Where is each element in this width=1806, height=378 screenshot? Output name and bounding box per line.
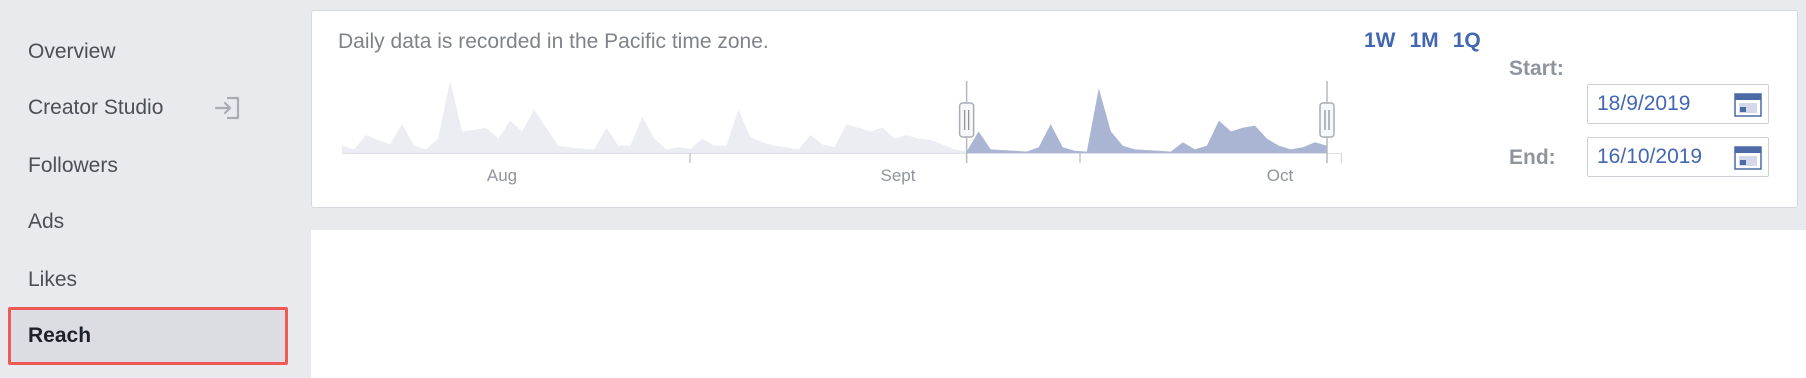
sidebar-item-label: Creator Studio — [28, 96, 164, 119]
range-1m-button[interactable]: 1M — [1410, 29, 1439, 53]
sidebar-item-label: Ads — [28, 210, 65, 233]
sidebar-item-label: Reach — [28, 324, 92, 347]
range-1q-button[interactable]: 1Q — [1453, 29, 1481, 53]
range-1w-button[interactable]: 1W — [1364, 29, 1396, 53]
content-area — [311, 230, 1806, 378]
end-date-field[interactable] — [1587, 137, 1769, 177]
sidebar-item-overview[interactable]: Overview — [8, 25, 288, 79]
sidebar-item-likes[interactable]: Likes — [8, 253, 288, 307]
start-date-input[interactable] — [1595, 91, 1729, 117]
month-label: Oct — [1267, 166, 1294, 185]
end-label: End: — [1509, 146, 1556, 169]
month-label: Aug — [487, 166, 517, 185]
sidebar-item-label: Overview — [28, 40, 116, 63]
sidebar-item-reach[interactable]: Reach — [8, 307, 288, 365]
sidebar-item-ads[interactable]: Ads — [8, 195, 288, 249]
end-date-input[interactable] — [1595, 144, 1729, 170]
timezone-note: Daily data is recorded in the Pacific ti… — [338, 30, 769, 53]
sidebar-item-followers[interactable]: Followers — [8, 139, 288, 193]
sidebar-item-label: Followers — [28, 154, 118, 177]
date-range-card: Daily data is recorded in the Pacific ti… — [311, 10, 1798, 208]
sidebar-item-label: Likes — [28, 268, 78, 291]
calendar-icon[interactable] — [1734, 93, 1762, 117]
unselected-area — [342, 81, 967, 153]
sidebar-item-creator-studio[interactable]: Creator Studio — [8, 81, 288, 135]
month-label: Sept — [881, 166, 916, 185]
timeline-chart-svg: Aug Sept Oct — [342, 81, 1343, 185]
external-link-icon[interactable] — [213, 94, 243, 122]
range-buttons: 1W 1M 1Q — [1364, 29, 1481, 53]
selected-area — [966, 88, 1327, 153]
start-date-field[interactable] — [1587, 84, 1769, 124]
calendar-icon[interactable] — [1734, 146, 1762, 170]
timeline-chart[interactable]: Aug Sept Oct — [342, 81, 1343, 201]
start-label: Start: — [1509, 57, 1564, 80]
sidebar: Overview Creator Studio Followers Ads Li… — [0, 0, 310, 378]
